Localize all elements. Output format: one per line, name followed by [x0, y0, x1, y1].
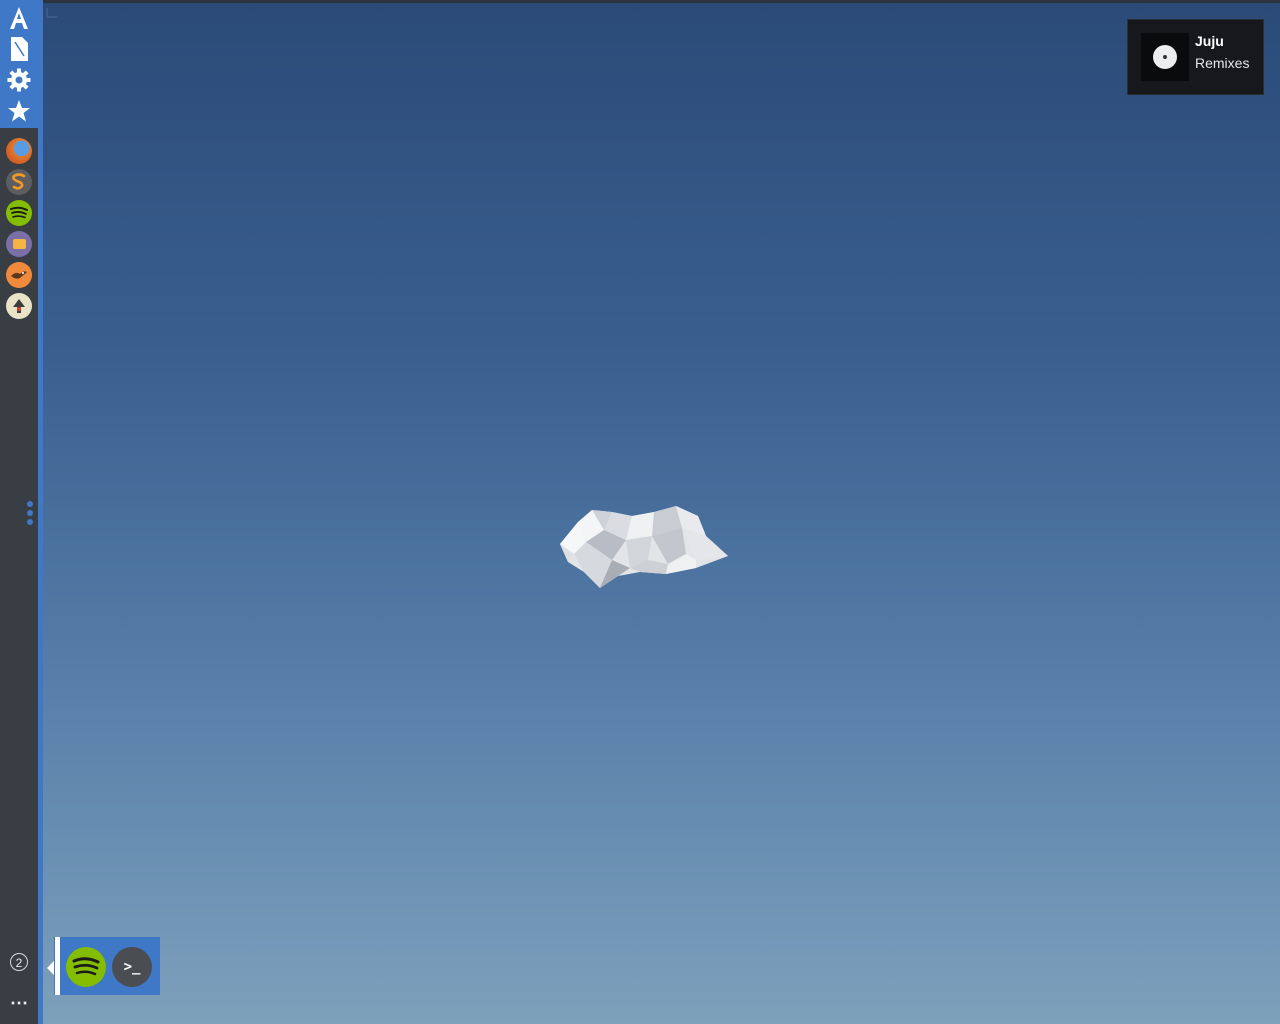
- spotify-icon[interactable]: [66, 947, 106, 987]
- dock-resize-handle[interactable]: [27, 501, 33, 527]
- switcher-selection-bar: [55, 937, 60, 995]
- workspace-counter[interactable]: 2: [10, 953, 28, 971]
- gear-icon[interactable]: [6, 67, 32, 93]
- terminal-icon[interactable]: >_: [112, 947, 152, 987]
- dock-accent-strip: [38, 0, 43, 1024]
- more-menu-icon[interactable]: ⋯: [10, 994, 29, 1012]
- window-switcher: >_: [47, 937, 160, 995]
- firefox-icon[interactable]: [6, 138, 32, 164]
- star-icon[interactable]: [6, 98, 32, 124]
- cloud-graphic: [560, 506, 728, 588]
- bird-icon[interactable]: [6, 262, 32, 288]
- terminal-glyph: >_: [123, 959, 141, 975]
- top-edge: [0, 0, 1280, 3]
- album-art-icon: [1141, 33, 1189, 81]
- inkscape-icon[interactable]: [6, 293, 32, 319]
- app-store-icon[interactable]: [6, 5, 32, 31]
- sublime-icon[interactable]: [6, 169, 32, 195]
- spotify-icon[interactable]: [6, 200, 32, 226]
- folder-icon[interactable]: [6, 231, 32, 257]
- document-icon[interactable]: [6, 36, 32, 62]
- switcher-pointer: [47, 961, 54, 975]
- corner-marker: [46, 8, 58, 18]
- notification-body: Remixes: [1195, 55, 1250, 71]
- notification-title: Juju: [1195, 33, 1224, 49]
- media-notification[interactable]: Juju Remixes: [1127, 19, 1264, 95]
